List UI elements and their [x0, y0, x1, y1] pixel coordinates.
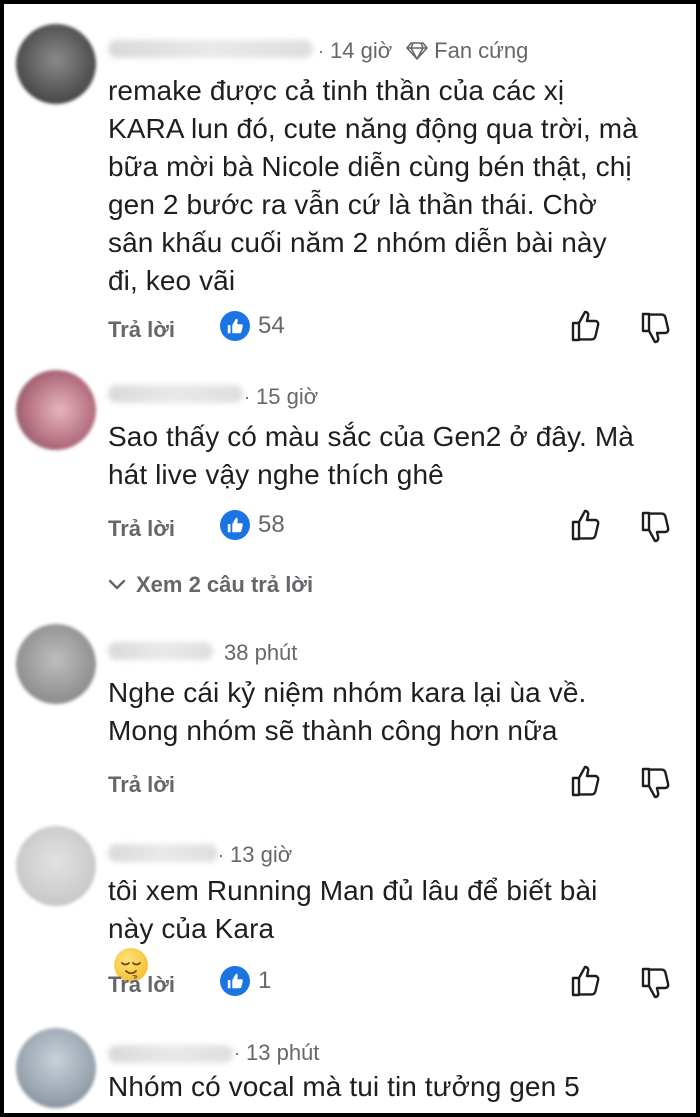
thumb-up-icon[interactable] — [570, 309, 602, 343]
view-replies-button[interactable]: Xem 2 câu trả lời — [108, 572, 313, 598]
comment-line-text: này của Kara — [108, 913, 275, 944]
comment-actions: Trả lời — [108, 764, 678, 804]
thumb-up-icon[interactable] — [570, 764, 602, 798]
like-count: 54 — [258, 312, 285, 339]
comment-line: KARA lun đó, cute năng động qua trời, mà — [108, 113, 638, 144]
like-reaction-icon — [220, 311, 250, 341]
comment-line: gen 2 bước ra vẫn cứ là thần thái. Chờ — [108, 189, 597, 220]
diamond-icon — [406, 42, 428, 60]
comment-line: Mong nhóm sẽ thành công hơn nữa — [108, 715, 558, 746]
thumb-down-icon[interactable] — [640, 311, 672, 345]
comment-meta: · 13 phút — [234, 1040, 320, 1065]
thumb-down-icon[interactable] — [640, 510, 672, 544]
comment-line: Nhóm có vocal mà tui tin tưởng gen 5 — [108, 1071, 580, 1102]
author-name[interactable] — [108, 40, 313, 58]
thumb-down-icon[interactable] — [640, 966, 672, 1000]
avatar[interactable] — [16, 370, 96, 450]
author-name[interactable] — [108, 385, 243, 403]
comment-line: bữa mời bà Nicole diễn cùng bén thật, ch… — [108, 151, 632, 182]
comment-line: tôi xem Running Man đủ lâu để biết bài — [108, 875, 598, 906]
thumb-up-icon[interactable] — [570, 508, 602, 542]
comment-text: Nghe cái kỷ niệm nhóm kara lại ùa về. Mo… — [108, 674, 678, 750]
comment-line: đi, keo vãi — [108, 265, 236, 296]
like-reaction-icon — [220, 510, 250, 540]
like-count: 58 — [258, 511, 285, 538]
timestamp: 14 giờ — [330, 38, 393, 63]
reply-button[interactable]: Trả lời — [108, 972, 175, 998]
comment-meta: · 13 giờ — [218, 842, 293, 867]
reply-button[interactable]: Trả lời — [108, 772, 175, 798]
avatar[interactable] — [16, 826, 96, 906]
reaction-summary[interactable]: 58 — [220, 510, 285, 540]
like-count: 1 — [258, 967, 272, 994]
thumb-down-icon[interactable] — [640, 766, 672, 800]
reaction-summary[interactable]: 54 — [220, 311, 285, 341]
avatar[interactable] — [16, 1028, 96, 1108]
comment-line: remake được cả tinh thần của các xị — [108, 75, 565, 106]
comment-meta: · 15 giờ — [244, 384, 319, 409]
comment-actions: Trả lời 54 — [108, 309, 678, 349]
avatar[interactable] — [16, 624, 96, 704]
thumb-up-icon[interactable] — [570, 964, 602, 998]
view-replies-label: Xem 2 câu trả lời — [136, 572, 314, 597]
reaction-summary[interactable]: 1 — [220, 966, 271, 996]
comment-text: Nhóm có vocal mà tui tin tưởng gen 5 — [108, 1068, 678, 1106]
comment-text: Sao thấy có màu sắc của Gen2 ở đây. Mà h… — [108, 418, 678, 494]
timestamp: 13 giờ — [230, 842, 293, 867]
comment-meta: · 14 giờ Fan cứng — [318, 38, 529, 64]
like-reaction-icon — [220, 966, 250, 996]
author-name[interactable] — [108, 642, 213, 660]
comment-line: Nghe cái kỷ niệm nhóm kara lại ùa về. — [108, 677, 587, 708]
comment-text: remake được cả tinh thần của các xị KARA… — [108, 72, 678, 300]
reply-button[interactable]: Trả lời — [108, 516, 175, 542]
timestamp: 38 phút — [224, 640, 298, 665]
chevron-down-icon — [108, 579, 126, 590]
timestamp: 15 giờ — [256, 384, 319, 409]
fan-badge: Fan cứng — [406, 38, 528, 64]
comment-actions: Trả lời 1 — [108, 964, 678, 1004]
author-name[interactable] — [108, 844, 218, 862]
comment-line: hát live vậy nghe thích ghê — [108, 459, 444, 490]
timestamp: 13 phút — [246, 1040, 320, 1065]
avatar[interactable] — [16, 24, 96, 104]
author-name[interactable] — [108, 1045, 233, 1063]
comment-meta: 38 phút — [224, 640, 297, 666]
comment-line: sân khấu cuối năm 2 nhóm diễn bài này — [108, 227, 607, 258]
comment-actions: Trả lời 58 — [108, 508, 678, 548]
comment-line: Sao thấy có màu sắc của Gen2 ở đây. Mà — [108, 421, 634, 452]
reply-button[interactable]: Trả lời — [108, 317, 175, 343]
badge-label: Fan cứng — [434, 38, 529, 63]
